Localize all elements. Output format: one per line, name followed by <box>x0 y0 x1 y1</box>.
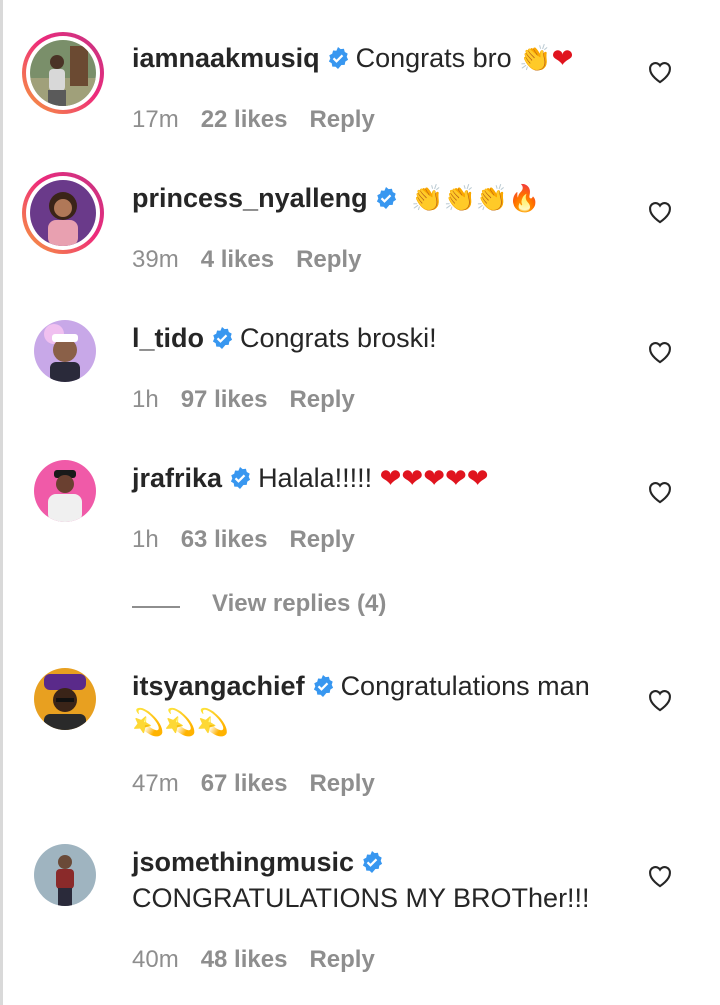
comment-meta: 47m 67 likes Reply <box>132 770 397 798</box>
verified-badge-icon <box>230 466 251 489</box>
likes-count[interactable]: 97 likes <box>181 386 268 413</box>
avatar[interactable] <box>34 668 96 730</box>
comment-text: Congrats bro <box>355 43 512 73</box>
username[interactable]: jsomethingmusic <box>132 847 354 877</box>
left-edge-divider <box>0 0 3 1005</box>
clapping-hands-emoji: 👏 <box>519 44 552 74</box>
comment-time: 1h <box>132 386 159 413</box>
comment-body: itsyangachief Congratulations man 💫💫💫 <box>132 668 620 741</box>
reply-button[interactable]: Reply <box>309 106 374 133</box>
avatar[interactable] <box>34 320 96 382</box>
comment-time: 17m <box>132 106 179 133</box>
likes-count[interactable]: 48 likes <box>201 946 288 973</box>
reply-button[interactable]: Reply <box>289 526 354 553</box>
reply-button[interactable]: Reply <box>289 386 354 413</box>
comment-text: Congratulations man <box>340 671 590 701</box>
heart-outline-icon[interactable] <box>646 338 674 364</box>
red-heart-emoji: ❤❤❤❤❤ <box>379 464 489 494</box>
clapping-hands-emoji: 👏 <box>411 184 444 214</box>
comment-meta: 1h 97 likes Reply <box>132 386 377 414</box>
likes-count[interactable]: 67 likes <box>201 770 288 797</box>
view-replies-label: View replies (4) <box>212 590 387 617</box>
clapping-hands-emoji: 👏 <box>475 184 509 214</box>
likes-count[interactable]: 22 likes <box>201 106 288 133</box>
view-replies-button[interactable]: View replies (4) <box>0 588 720 624</box>
clapping-hands-emoji: 👏 <box>443 184 476 214</box>
username[interactable]: iamnaakmusiq <box>132 43 320 73</box>
reply-button[interactable]: Reply <box>296 246 361 273</box>
username[interactable]: princess_nyalleng <box>132 183 368 213</box>
comment-meta: 17m 22 likes Reply <box>132 106 397 134</box>
avatar[interactable] <box>34 460 96 522</box>
avatar[interactable] <box>34 844 96 906</box>
comment-body: iamnaakmusiq Congrats bro 👏❤ <box>132 40 620 77</box>
verified-badge-icon <box>328 46 348 69</box>
username[interactable]: jrafrika <box>132 463 222 493</box>
comment-time: 1h <box>132 526 159 553</box>
fire-emoji: 🔥 <box>508 184 541 214</box>
heart-outline-icon[interactable] <box>646 58 674 84</box>
comment-meta: 40m 48 likes Reply <box>132 946 397 974</box>
likes-count[interactable]: 63 likes <box>181 526 268 553</box>
avatar[interactable] <box>22 172 104 254</box>
comment-text: Congrats broski! <box>240 323 437 353</box>
reply-button[interactable]: Reply <box>309 770 374 797</box>
comment-body: jsomethingmusic CONGRATULATIONS MY BROThe… <box>132 844 620 916</box>
verified-badge-icon <box>376 186 396 209</box>
heart-outline-icon[interactable] <box>646 862 674 888</box>
comment-text: CONGRATULATIONS MY BROTher!!! <box>132 883 590 913</box>
reply-button[interactable]: Reply <box>309 946 374 973</box>
comment-body: jrafrika Halala!!!!! ❤❤❤❤❤ <box>132 460 620 497</box>
heart-outline-icon[interactable] <box>646 478 674 504</box>
avatar[interactable] <box>22 32 104 114</box>
comment-time: 39m <box>132 246 179 273</box>
heart-outline-icon[interactable] <box>646 686 674 712</box>
comment-meta: 39m 4 likes Reply <box>132 246 383 274</box>
verified-badge-icon <box>313 674 333 697</box>
comment-time: 40m <box>132 946 179 973</box>
comment-body: l_tido Congrats broski! <box>132 320 620 356</box>
comment-body: princess_nyalleng 👏👏👏🔥 <box>132 180 620 217</box>
view-replies-divider <box>132 606 180 608</box>
red-heart-emoji: ❤ <box>551 44 574 74</box>
heart-outline-icon[interactable] <box>646 198 674 224</box>
username[interactable]: itsyangachief <box>132 671 305 701</box>
username[interactable]: l_tido <box>132 323 204 353</box>
comment-meta: 1h 63 likes Reply <box>132 526 377 554</box>
likes-count[interactable]: 4 likes <box>201 246 274 273</box>
comment-text: Halala!!!!! <box>258 463 373 493</box>
verified-badge-icon <box>362 850 383 873</box>
dizzy-emoji: 💫💫💫 <box>132 708 230 738</box>
comment-time: 47m <box>132 770 179 797</box>
verified-badge-icon <box>212 326 233 349</box>
